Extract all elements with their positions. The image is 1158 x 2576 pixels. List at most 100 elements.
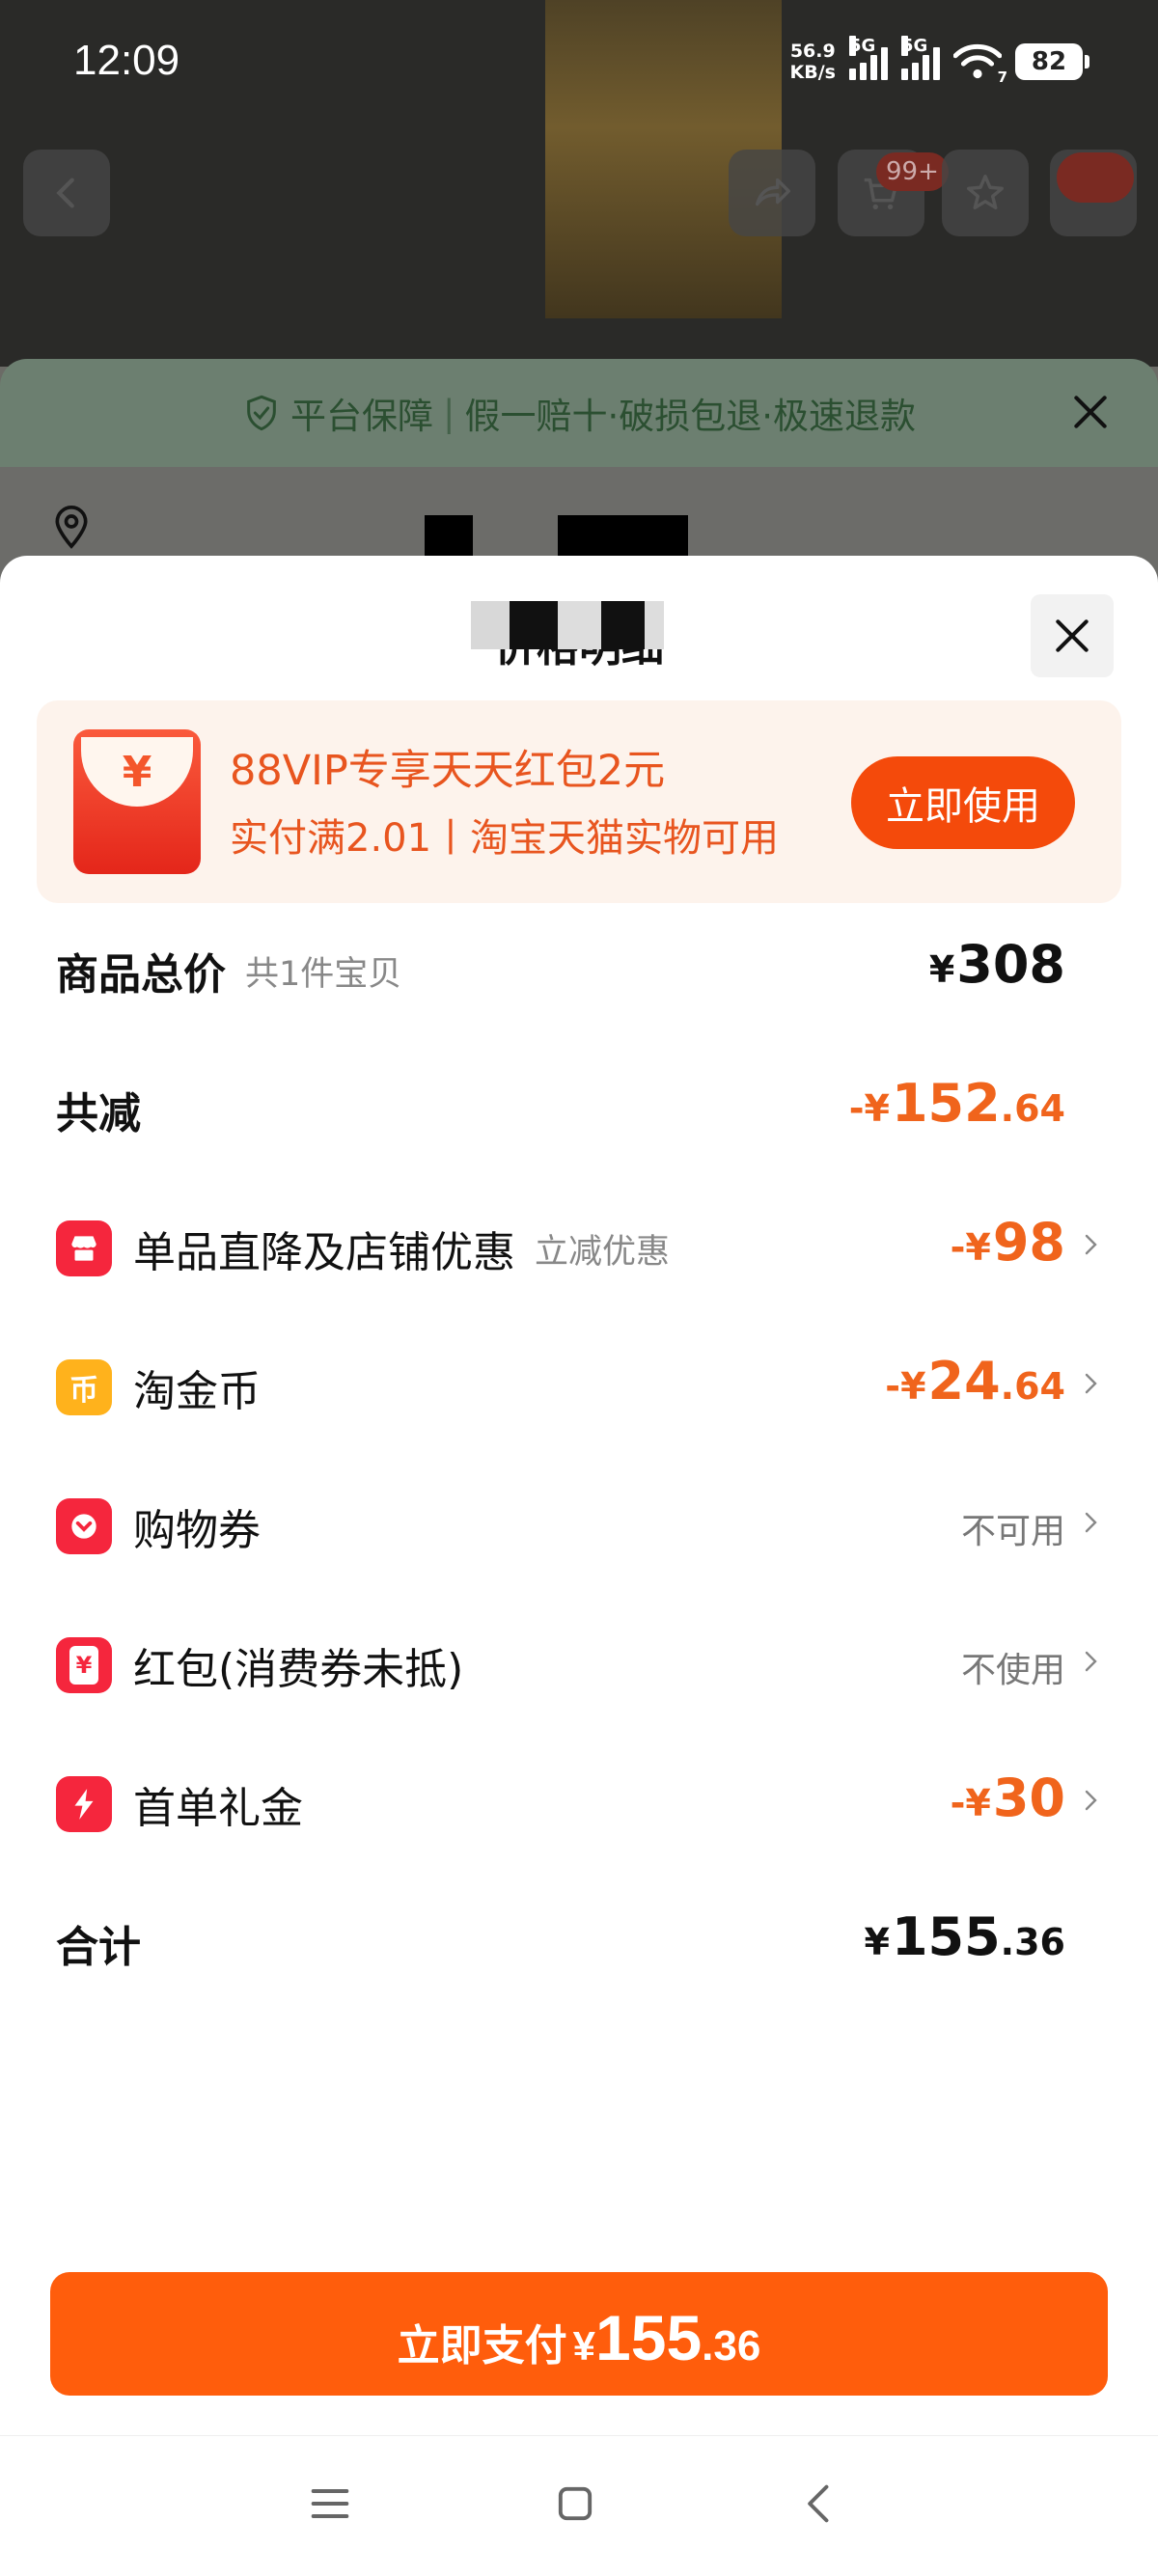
redpacket-icon-glyph: ¥ bbox=[81, 737, 193, 807]
promo-title: 88VIP专享天天红包2元 bbox=[230, 747, 666, 795]
shop-discount-label: 单品直降及店铺优惠 立减优惠 bbox=[56, 1218, 670, 1279]
coins-prefix: -¥ bbox=[885, 1365, 926, 1408]
chevron-right-icon bbox=[1079, 1372, 1102, 1395]
first-order-value: -¥30 bbox=[951, 1768, 1065, 1828]
signal-sim2-icon: 5G bbox=[901, 36, 940, 80]
shop-discount-row[interactable]: 单品直降及店铺优惠 立减优惠 -¥98 bbox=[0, 1194, 1158, 1291]
sum-label: 合计 bbox=[56, 1923, 141, 1972]
status-bar: 12:09 56.9 KB/s 5G 5G 7 82 bbox=[0, 0, 1158, 130]
redpacket-icon: ¥ bbox=[73, 729, 201, 874]
shop-discount-prefix: -¥ bbox=[950, 1226, 991, 1269]
sum-int: 155 bbox=[891, 1906, 1001, 1967]
coupon-status: 不可用 bbox=[960, 1512, 1065, 1551]
star-icon bbox=[967, 175, 1004, 210]
coins-row[interactable]: 币 淘金币 -¥24.64 bbox=[0, 1333, 1158, 1430]
goods-total-value: ¥308 bbox=[929, 934, 1065, 995]
sheet-close-button[interactable] bbox=[1031, 594, 1114, 677]
signal-sim1-icon: 5G bbox=[849, 36, 888, 80]
coins-int: 24 bbox=[927, 1351, 1001, 1411]
promo-condition: 实付满2.01丨淘宝天猫实物可用 bbox=[230, 816, 780, 861]
coins-text: 淘金币 bbox=[133, 1367, 261, 1416]
discount-int: 152 bbox=[891, 1073, 1001, 1134]
lightning-icon bbox=[56, 1776, 112, 1832]
redpacket-small-icon: ¥ bbox=[56, 1637, 112, 1693]
menu-nav-button[interactable] bbox=[301, 2475, 359, 2533]
coupon-icon bbox=[56, 1498, 112, 1554]
guarantee-close-button[interactable] bbox=[1063, 385, 1117, 439]
goods-count: 共1件宝贝 bbox=[245, 954, 402, 994]
share-button[interactable] bbox=[729, 150, 815, 236]
sum-value: ¥155.36 bbox=[864, 1906, 1065, 1967]
cart-badge: 99+ bbox=[876, 152, 949, 191]
chevron-right-icon bbox=[1079, 1233, 1102, 1256]
discount-prefix: -¥ bbox=[848, 1087, 890, 1130]
discount-dec: .64 bbox=[1000, 1087, 1065, 1130]
coupon-row[interactable]: 购物券 不可用 bbox=[0, 1472, 1158, 1569]
vip-redpacket-promo: ¥ 88VIP专享天天红包2元 实付满2.01丨淘宝天猫实物可用 立即使用 bbox=[37, 700, 1121, 903]
home-nav-button[interactable] bbox=[546, 2475, 604, 2533]
redpacket-label: ¥ 红包(消费券未抵) bbox=[56, 1634, 463, 1696]
back-icon bbox=[56, 178, 74, 208]
coupon-label: 购物券 bbox=[56, 1495, 261, 1557]
sum-currency: ¥ bbox=[864, 1921, 890, 1963]
share-icon bbox=[755, 178, 790, 206]
wifi-badge: 7 bbox=[997, 69, 1007, 86]
favorite-button[interactable] bbox=[942, 150, 1029, 236]
chevron-right-icon bbox=[1079, 1650, 1102, 1673]
first-order-int: 30 bbox=[992, 1768, 1065, 1828]
close-icon bbox=[1074, 396, 1107, 428]
redacted-block bbox=[471, 601, 664, 649]
coins-dec: .64 bbox=[1000, 1365, 1065, 1408]
goods-total-label: 商品总价 共1件宝贝 bbox=[56, 940, 401, 1001]
shop-discount-sub: 立减优惠 bbox=[535, 1232, 671, 1272]
shop-discount-int: 98 bbox=[992, 1212, 1065, 1273]
coin-icon: 币 bbox=[56, 1359, 112, 1415]
wifi-icon: 7 bbox=[952, 43, 1007, 86]
network-speed-value: 56.9 bbox=[789, 41, 836, 62]
currency-symbol: ¥ bbox=[928, 948, 955, 991]
message-badge bbox=[1057, 152, 1134, 203]
total-discount-row: 共减 -¥152.64 bbox=[0, 1055, 1158, 1152]
pay-now-button[interactable]: 立即支付 ¥ 155 .36 bbox=[50, 2272, 1108, 2396]
total-discount-label: 共减 bbox=[56, 1089, 141, 1138]
status-time: 12:09 bbox=[73, 37, 180, 84]
pay-label: 立即支付 bbox=[397, 2322, 567, 2370]
sim2-label: 5G bbox=[901, 36, 928, 56]
first-order-label: 首单礼金 bbox=[56, 1773, 303, 1835]
close-icon bbox=[1056, 619, 1089, 652]
redacted-block bbox=[425, 515, 473, 560]
shop-icon bbox=[56, 1220, 112, 1276]
goods-total-label-text: 商品总价 bbox=[56, 950, 226, 1000]
shop-discount-value: -¥98 bbox=[951, 1212, 1065, 1273]
pay-currency: ¥ bbox=[572, 2323, 596, 2369]
redpacket-status: 不使用 bbox=[960, 1651, 1065, 1690]
goods-total-row: 商品总价 共1件宝贝 ¥308 bbox=[0, 917, 1158, 1013]
chevron-right-icon bbox=[1079, 1511, 1102, 1534]
shield-check-icon bbox=[247, 395, 276, 431]
coins-label: 币 淘金币 bbox=[56, 1357, 261, 1418]
guarantee-title: 平台保障 bbox=[290, 396, 433, 437]
pay-dec: .36 bbox=[702, 2322, 761, 2370]
network-speed: 56.9 KB/s bbox=[790, 41, 836, 83]
back-nav-button[interactable] bbox=[791, 2475, 849, 2533]
network-speed-unit: KB/s bbox=[789, 62, 836, 83]
pay-int: 155 bbox=[595, 2302, 703, 2373]
first-order-row[interactable]: 首单礼金 -¥30 bbox=[0, 1750, 1158, 1847]
back-button[interactable] bbox=[23, 150, 110, 236]
first-order-prefix: -¥ bbox=[950, 1782, 991, 1824]
menu-icon bbox=[311, 2489, 349, 2518]
sum-dec: .36 bbox=[1000, 1921, 1065, 1963]
redpacket-row[interactable]: ¥ 红包(消费券未抵) 不使用 bbox=[0, 1611, 1158, 1708]
redpacket-small-glyph: ¥ bbox=[69, 1646, 98, 1685]
system-nav-bar bbox=[0, 2435, 1158, 2576]
goods-total-amount: 308 bbox=[956, 934, 1065, 995]
first-order-text: 首单礼金 bbox=[133, 1784, 303, 1833]
status-icons: 56.9 KB/s 5G 5G 7 82 bbox=[790, 36, 1089, 86]
back-arrow-icon bbox=[808, 2484, 829, 2523]
redacted-block bbox=[558, 515, 688, 560]
coupon-text: 购物券 bbox=[133, 1506, 261, 1555]
location-icon bbox=[55, 506, 88, 549]
coins-value: -¥24.64 bbox=[885, 1351, 1065, 1411]
guarantee-items: 假一赔十·破损包退·极速退款 bbox=[464, 396, 916, 437]
use-now-button[interactable]: 立即使用 bbox=[851, 756, 1075, 849]
